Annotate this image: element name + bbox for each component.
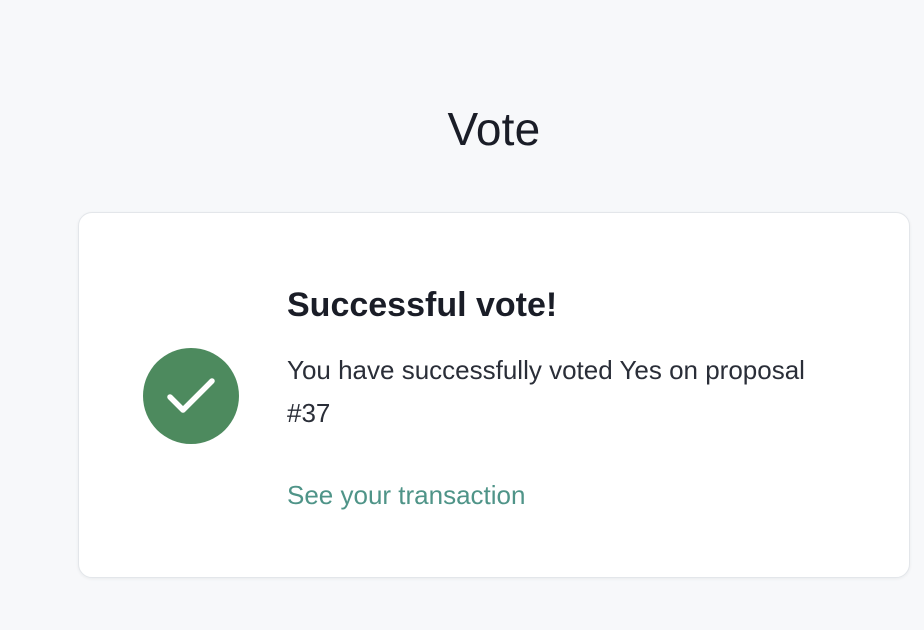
see-transaction-link[interactable]: See your transaction (287, 477, 525, 513)
success-title: Successful vote! (287, 286, 558, 324)
vote-result-card: Successful vote! You have successfully v… (78, 212, 910, 578)
success-message: You have successfully voted Yes on propo… (287, 355, 805, 428)
page-title: Vote (447, 102, 541, 155)
checkmark-circle-icon (143, 348, 239, 444)
checkmark-icon (167, 378, 215, 413)
